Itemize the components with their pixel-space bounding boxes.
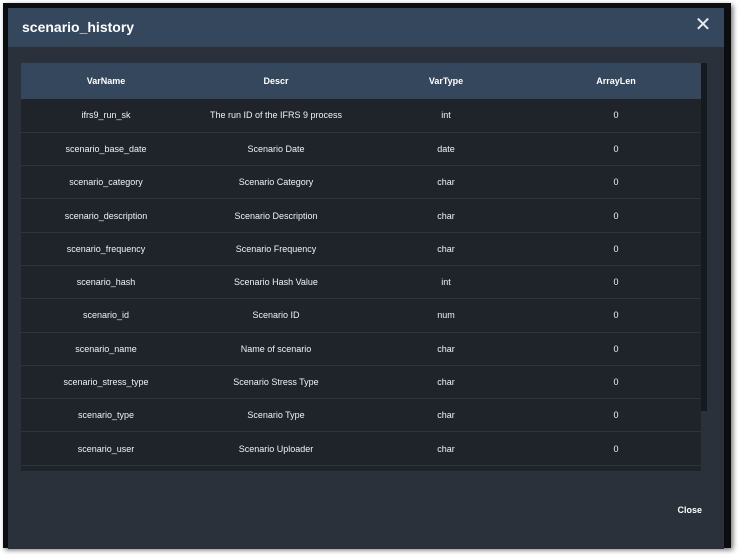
cell-descr: Scenario ID (252, 310, 300, 321)
table-row[interactable]: scenario_base_date Scenario Date date 0 (21, 132, 701, 166)
cell-varname: scenario_name (75, 343, 137, 354)
cell-descr: Scenario Uploader (238, 443, 314, 454)
cell-varname: scenario_base_date (65, 143, 147, 154)
cell-vartype: char (437, 443, 455, 454)
cell-arraylen: 0 (613, 310, 619, 321)
cell-varname: scenario_user (77, 443, 135, 454)
table-header-row: VarName Descr VarType ArrayLen (21, 63, 701, 99)
table-row[interactable]: scenario_category Scenario Category char… (21, 165, 701, 199)
cell-vartype: char (437, 377, 455, 388)
cell-descr: Scenario Date (247, 143, 305, 154)
column-header-arraylen[interactable]: ArrayLen (531, 63, 701, 99)
cell-vartype: char (437, 243, 455, 254)
cell-descr: The run ID of the IFRS 9 process (209, 110, 343, 121)
cell-vartype: int (441, 110, 451, 121)
cell-descr: Scenario Type (247, 410, 305, 421)
cell-descr: Scenario Hash Value (234, 277, 318, 288)
cell-arraylen: 0 (613, 210, 619, 221)
cell-vartype: char (437, 410, 455, 421)
cell-arraylen: 0 (613, 277, 619, 288)
cell-arraylen: 0 (613, 377, 619, 388)
cell-arraylen: 0 (613, 343, 619, 354)
cell-vartype: num (437, 310, 455, 321)
table-row[interactable]: scenario_frequency Scenario Frequency ch… (21, 232, 701, 266)
cell-vartype: int (441, 277, 451, 288)
column-header-descr[interactable]: Descr (191, 63, 361, 99)
cell-descr: Scenario Stress Type (233, 377, 319, 388)
table-row[interactable]: scenario_description Scenario Descriptio… (21, 198, 701, 233)
cell-vartype: char (437, 210, 455, 221)
cell-varname: scenario_type (77, 410, 135, 421)
column-header-varname[interactable]: VarName (21, 63, 191, 99)
cell-arraylen: 0 (613, 243, 619, 254)
dialog: scenario_history ✕ VarName Descr VarType… (8, 8, 724, 549)
cell-descr: Scenario Description (234, 210, 318, 221)
cell-arraylen: 0 (613, 410, 619, 421)
data-table: VarName Descr VarType ArrayLen ifrs9_run… (21, 63, 701, 466)
cell-arraylen: 0 (613, 110, 619, 121)
cell-arraylen: 0 (613, 177, 619, 188)
column-header-vartype[interactable]: VarType (361, 63, 531, 99)
table-row[interactable]: scenario_id Scenario ID num 0 (21, 298, 701, 333)
dialog-frame: scenario_history ✕ VarName Descr VarType… (3, 3, 731, 549)
cell-varname: scenario_description (64, 210, 148, 221)
table-row[interactable]: scenario_hash Scenario Hash Value int 0 (21, 265, 701, 299)
table-row[interactable]: scenario_stress_type Scenario Stress Typ… (21, 365, 701, 399)
cell-arraylen: 0 (613, 143, 619, 154)
cell-vartype: date (437, 143, 455, 154)
cell-varname: scenario_hash (76, 277, 136, 288)
cell-vartype: char (437, 343, 455, 354)
cell-varname: scenario_frequency (66, 243, 146, 254)
dialog-title: scenario_history (22, 19, 135, 35)
cell-arraylen: 0 (613, 443, 619, 454)
cell-varname: ifrs9_run_sk (81, 110, 131, 121)
close-icon[interactable]: ✕ (692, 14, 714, 36)
table-row[interactable]: ifrs9_run_sk The run ID of the IFRS 9 pr… (21, 99, 701, 133)
table-row[interactable]: scenario_name Name of scenario char 0 (21, 332, 701, 366)
cell-varname: scenario_category (69, 177, 143, 188)
cell-descr: Scenario Category (238, 177, 314, 188)
cell-vartype: char (437, 177, 455, 188)
table-row[interactable]: scenario_user Scenario Uploader char 0 (21, 431, 701, 466)
cell-varname: scenario_stress_type (63, 377, 149, 388)
cell-descr: Name of scenario (240, 343, 312, 354)
table-row[interactable]: scenario_type Scenario Type char 0 (21, 398, 701, 432)
data-table-container: VarName Descr VarType ArrayLen ifrs9_run… (21, 63, 701, 471)
cell-descr: Scenario Frequency (235, 243, 317, 254)
dialog-titlebar: scenario_history ✕ (8, 8, 724, 47)
table-scrollbar[interactable] (701, 63, 707, 411)
close-button[interactable]: Close (677, 505, 702, 515)
cell-varname: scenario_id (82, 310, 130, 321)
